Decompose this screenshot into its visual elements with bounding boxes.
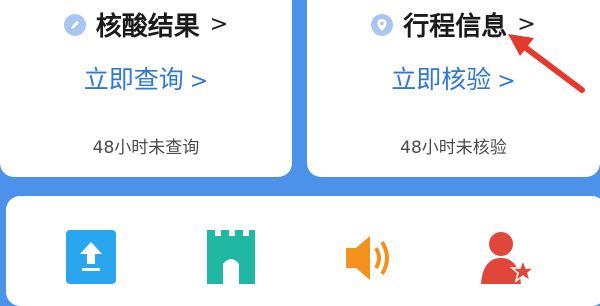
action-label: 立即查询	[83, 65, 184, 94]
status-note: 48小时未核验	[400, 138, 507, 158]
action-label: 立即核验	[391, 65, 492, 94]
user-star-icon[interactable]	[481, 230, 535, 284]
annotation-arrow-icon	[508, 34, 585, 93]
status-note: 48小时未查询	[92, 138, 200, 158]
castle-gate-icon[interactable]	[203, 230, 257, 284]
upload-icon[interactable]	[64, 230, 118, 284]
location-pin-icon	[371, 13, 394, 36]
pen-icon	[63, 13, 86, 36]
card-title: 核酸结果	[95, 12, 200, 42]
query-now-link[interactable]: 立即查询 >	[0, 60, 292, 96]
card-title-row[interactable]: 核酸结果 >	[0, 6, 292, 43]
chevron-right-icon: >	[189, 69, 209, 94]
card-title: 行程信息	[403, 12, 508, 42]
speaker-icon[interactable]	[342, 230, 396, 284]
nucleic-acid-result-card[interactable]: 核酸结果 > 立即查询 > 48小时未查询	[0, 0, 292, 177]
chevron-right-icon: >	[209, 12, 229, 37]
